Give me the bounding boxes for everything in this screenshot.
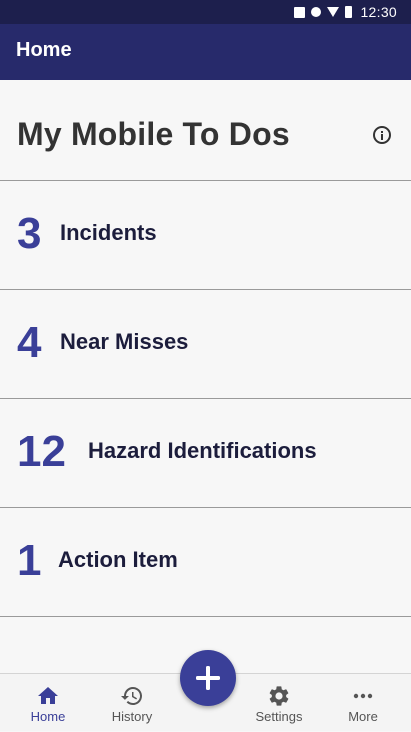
main-content: My Mobile To Dos 3 Incidents 4 Near Miss… bbox=[0, 80, 411, 673]
nav-item-home[interactable]: Home bbox=[7, 674, 89, 732]
gear-icon bbox=[269, 686, 289, 706]
nav-item-more[interactable]: More bbox=[322, 674, 404, 732]
add-fab-button[interactable] bbox=[180, 650, 236, 706]
home-icon bbox=[38, 687, 58, 704]
todo-label: Incidents bbox=[60, 220, 157, 245]
todo-label: Action Item bbox=[58, 547, 178, 572]
nav-label: History bbox=[111, 709, 153, 724]
nav-label: Settings bbox=[255, 709, 303, 724]
nav-label: Home bbox=[30, 709, 66, 724]
nav-item-settings[interactable]: Settings bbox=[238, 674, 320, 732]
status-bar: 12:30 bbox=[0, 0, 411, 24]
todo-row-near-misses[interactable]: 4 Near Misses bbox=[0, 290, 411, 399]
notification-circle-icon bbox=[311, 7, 322, 17]
info-icon[interactable] bbox=[373, 126, 391, 144]
todo-count: 3 bbox=[17, 209, 42, 258]
app-bar-title: Home bbox=[16, 39, 72, 61]
page-title: My Mobile To Dos bbox=[17, 116, 290, 152]
history-icon bbox=[121, 687, 142, 705]
todo-row-hazard-identifications[interactable]: 12 Hazard Identifications bbox=[0, 399, 411, 508]
todo-row-action-item[interactable]: 1 Action Item bbox=[0, 508, 411, 617]
todo-count: 4 bbox=[17, 318, 42, 367]
wifi-icon bbox=[327, 7, 340, 17]
todo-label: Hazard Identifications bbox=[88, 438, 317, 463]
more-dots-icon bbox=[353, 693, 373, 699]
todo-row-incidents[interactable]: 3 Incidents bbox=[0, 181, 411, 290]
nav-label: More bbox=[348, 709, 378, 724]
status-icons: 12:30 bbox=[294, 4, 397, 20]
todo-label: Near Misses bbox=[60, 329, 189, 354]
nav-item-history[interactable]: History bbox=[91, 674, 173, 732]
todo-count: 1 bbox=[17, 536, 42, 585]
status-time: 12:30 bbox=[360, 4, 397, 20]
todo-count: 12 bbox=[17, 427, 66, 476]
notification-square-icon bbox=[294, 6, 306, 18]
app-bar: Home bbox=[0, 24, 411, 80]
plus-icon bbox=[196, 666, 220, 690]
battery-icon bbox=[345, 6, 353, 18]
page-header: My Mobile To Dos bbox=[0, 80, 411, 181]
